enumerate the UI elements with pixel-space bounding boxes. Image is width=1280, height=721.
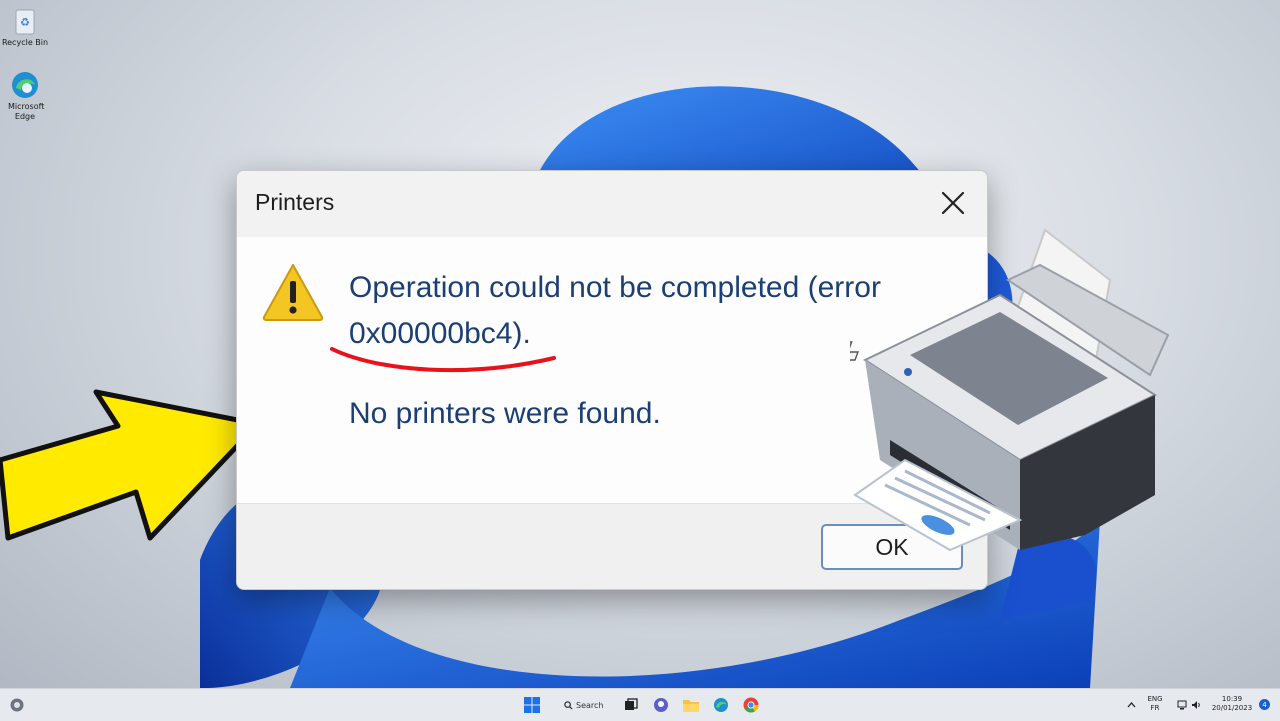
clock[interactable]: 10:39 20/01/2023 [1208, 695, 1256, 713]
clock-date: 20/01/2023 [1211, 704, 1253, 712]
close-icon [941, 191, 965, 215]
chat-icon [654, 698, 668, 712]
close-button[interactable] [933, 183, 973, 223]
volume-icon [1192, 701, 1200, 709]
file-explorer-icon [683, 700, 699, 712]
show-hidden-icons-button[interactable] [1124, 693, 1138, 717]
error-message-suffix: ). [512, 317, 531, 350]
desktop-icon-recycle-bin[interactable]: ♻ Recycle Bin [0, 6, 50, 48]
chevron-up-icon [1127, 702, 1135, 708]
svg-text:♻: ♻ [20, 16, 30, 29]
chrome-button[interactable] [740, 693, 762, 717]
pointer-arrow-annotation [0, 389, 261, 541]
desktop-icon-label: Recycle Bin [1, 38, 49, 47]
start-button[interactable] [520, 693, 544, 717]
warning-icon [262, 264, 324, 321]
edge-button[interactable] [710, 693, 732, 717]
notification-count: 4 [1262, 700, 1267, 709]
recycle-bin-icon: ♻ [12, 6, 38, 36]
windows-start-icon [524, 697, 540, 713]
network-volume-button[interactable] [1172, 693, 1206, 717]
printer-illustration [850, 228, 1170, 552]
desktop-icon-label: Microsoft Edge [8, 102, 45, 121]
task-view-button[interactable] [620, 693, 642, 717]
notification-badge[interactable]: 4 [1259, 699, 1270, 710]
taskbar: Search ENG FR 10:39 20/01/2023 4 [0, 688, 1280, 721]
desktop-icon-edge[interactable]: Microsoft Edge [0, 70, 50, 122]
error-code: 0x00000bc4 [349, 317, 513, 350]
widgets-button[interactable] [6, 693, 28, 717]
network-icon [1177, 700, 1187, 710]
task-view-icon [625, 698, 638, 710]
chrome-icon [743, 697, 759, 713]
file-explorer-button[interactable] [680, 693, 702, 717]
search-icon [564, 700, 573, 710]
language-top: ENG [1147, 695, 1163, 703]
taskbar-search[interactable]: Search [556, 694, 610, 716]
chat-button[interactable] [650, 693, 672, 717]
widgets-icon [10, 698, 24, 712]
language-bottom: FR [1150, 704, 1160, 712]
clock-time: 10:39 [1221, 695, 1243, 703]
error-message-text: Operation could not be completed (error [349, 271, 881, 304]
language-indicator[interactable]: ENG FR [1144, 695, 1166, 713]
secondary-message: No printers were found. [349, 397, 661, 430]
dialog-title: Printers [255, 189, 335, 215]
edge-icon [714, 698, 728, 712]
search-label: Search [576, 700, 604, 710]
edge-icon [10, 70, 40, 100]
